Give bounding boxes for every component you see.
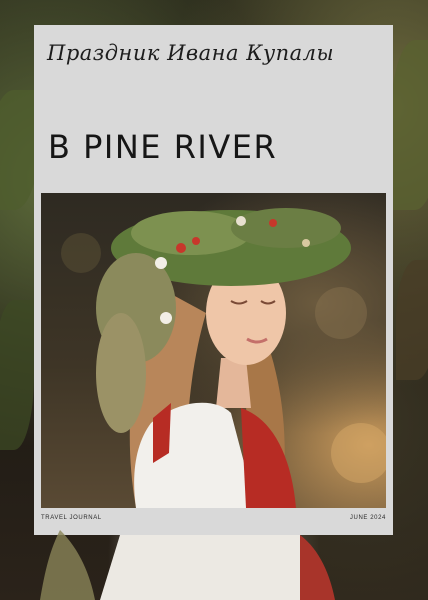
foliage-decoration: [0, 90, 38, 210]
footer-date-label: JUNE 2024: [349, 515, 386, 521]
foliage-decoration: [390, 40, 428, 210]
handwritten-title: Праздник Ивана Купалы: [47, 41, 335, 65]
foliage-decoration: [396, 260, 428, 380]
footer-journal-label: TRAVEL JOURNAL: [41, 515, 102, 521]
headline: В PINE RIVER: [48, 128, 278, 166]
portrait-illustration: [61, 208, 386, 508]
portrait-photo: [41, 193, 386, 508]
poster-page: Праздник Ивана Купалы В PINE RIVER TRAVE…: [0, 0, 428, 600]
foreground-figure: [40, 530, 335, 600]
poster-card: Праздник Ивана Купалы В PINE RIVER TRAVE…: [34, 25, 393, 535]
foliage-decoration: [0, 300, 34, 450]
